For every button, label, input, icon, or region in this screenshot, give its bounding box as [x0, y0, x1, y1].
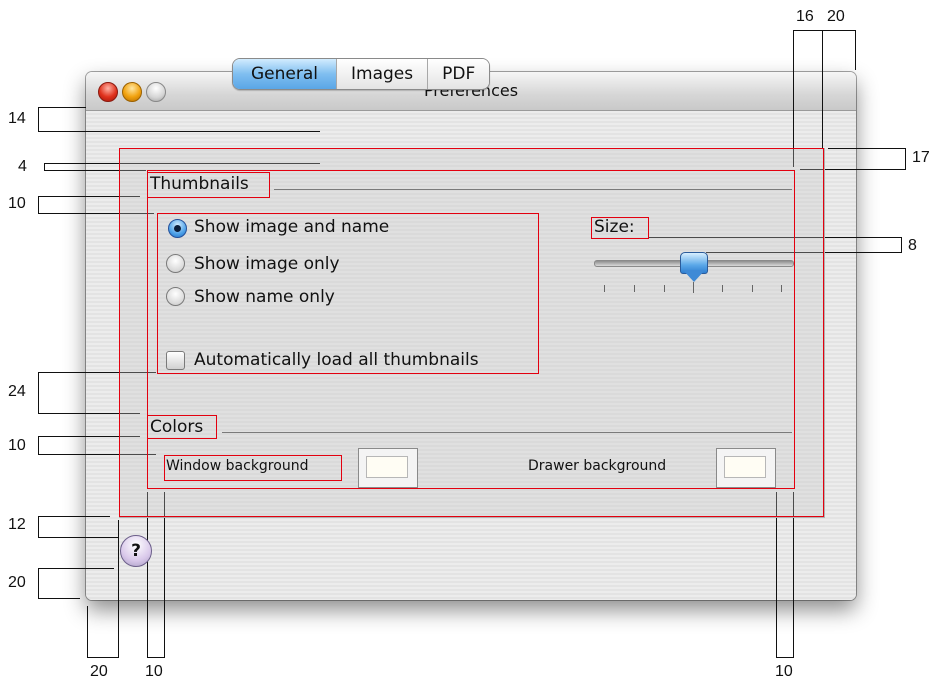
tab-general[interactable]: General: [233, 59, 337, 89]
drawer-background-label: Drawer background: [528, 458, 667, 474]
tab-pdf[interactable]: PDF: [428, 59, 490, 89]
option-label-image-and-name[interactable]: Show image and name: [194, 217, 389, 237]
slider-tick: [781, 285, 782, 292]
slider-tick: [664, 285, 665, 292]
window-background-label: Window background: [166, 458, 309, 474]
radio-show-image-and-name[interactable]: [168, 219, 187, 238]
radio-show-image-only[interactable]: [166, 254, 185, 273]
help-button[interactable]: ?: [120, 535, 152, 567]
option-label-name-only[interactable]: Show name only: [194, 287, 335, 307]
dimension-label-4: 4: [18, 158, 27, 175]
slider-tick: [693, 282, 694, 293]
auto-load-checkbox[interactable]: [166, 351, 185, 370]
dimension-label-20-bottom: 20: [90, 663, 108, 680]
option-label-image-only[interactable]: Show image only: [194, 254, 340, 274]
dimension-label-10-b: 10: [8, 437, 26, 454]
tab-bar: General Images PDF: [232, 58, 491, 90]
slider-tick: [722, 285, 723, 292]
auto-load-label[interactable]: Automatically load all thumbnails: [194, 350, 479, 370]
dimension-label-24: 24: [8, 383, 26, 400]
dimension-label-14: 14: [8, 110, 26, 127]
dimension-label-10-a: 10: [8, 195, 26, 212]
dimension-label-8: 8: [908, 237, 917, 254]
dimension-label-12: 12: [8, 516, 26, 533]
tab-images[interactable]: Images: [337, 59, 429, 89]
slider-tick: [604, 285, 605, 292]
slider-tick: [752, 285, 753, 292]
size-label: Size:: [594, 217, 635, 237]
slider-tick: [634, 285, 635, 292]
colors-heading: Colors: [150, 417, 204, 437]
dimension-label-20-top: 20: [827, 8, 845, 25]
dimension-label-16: 16: [796, 8, 814, 25]
size-slider-thumb-pointer: [683, 270, 705, 282]
dimension-label-20-left: 20: [8, 574, 26, 591]
dimension-label-10-bottom-a: 10: [145, 663, 163, 680]
radio-show-name-only[interactable]: [166, 287, 185, 306]
window-background-swatch: [366, 456, 408, 478]
thumbnails-heading: Thumbnails: [150, 174, 249, 194]
drawer-background-swatch: [724, 456, 766, 478]
dimension-label-17: 17: [912, 149, 930, 166]
dimension-label-10-bottom-b: 10: [775, 663, 793, 680]
